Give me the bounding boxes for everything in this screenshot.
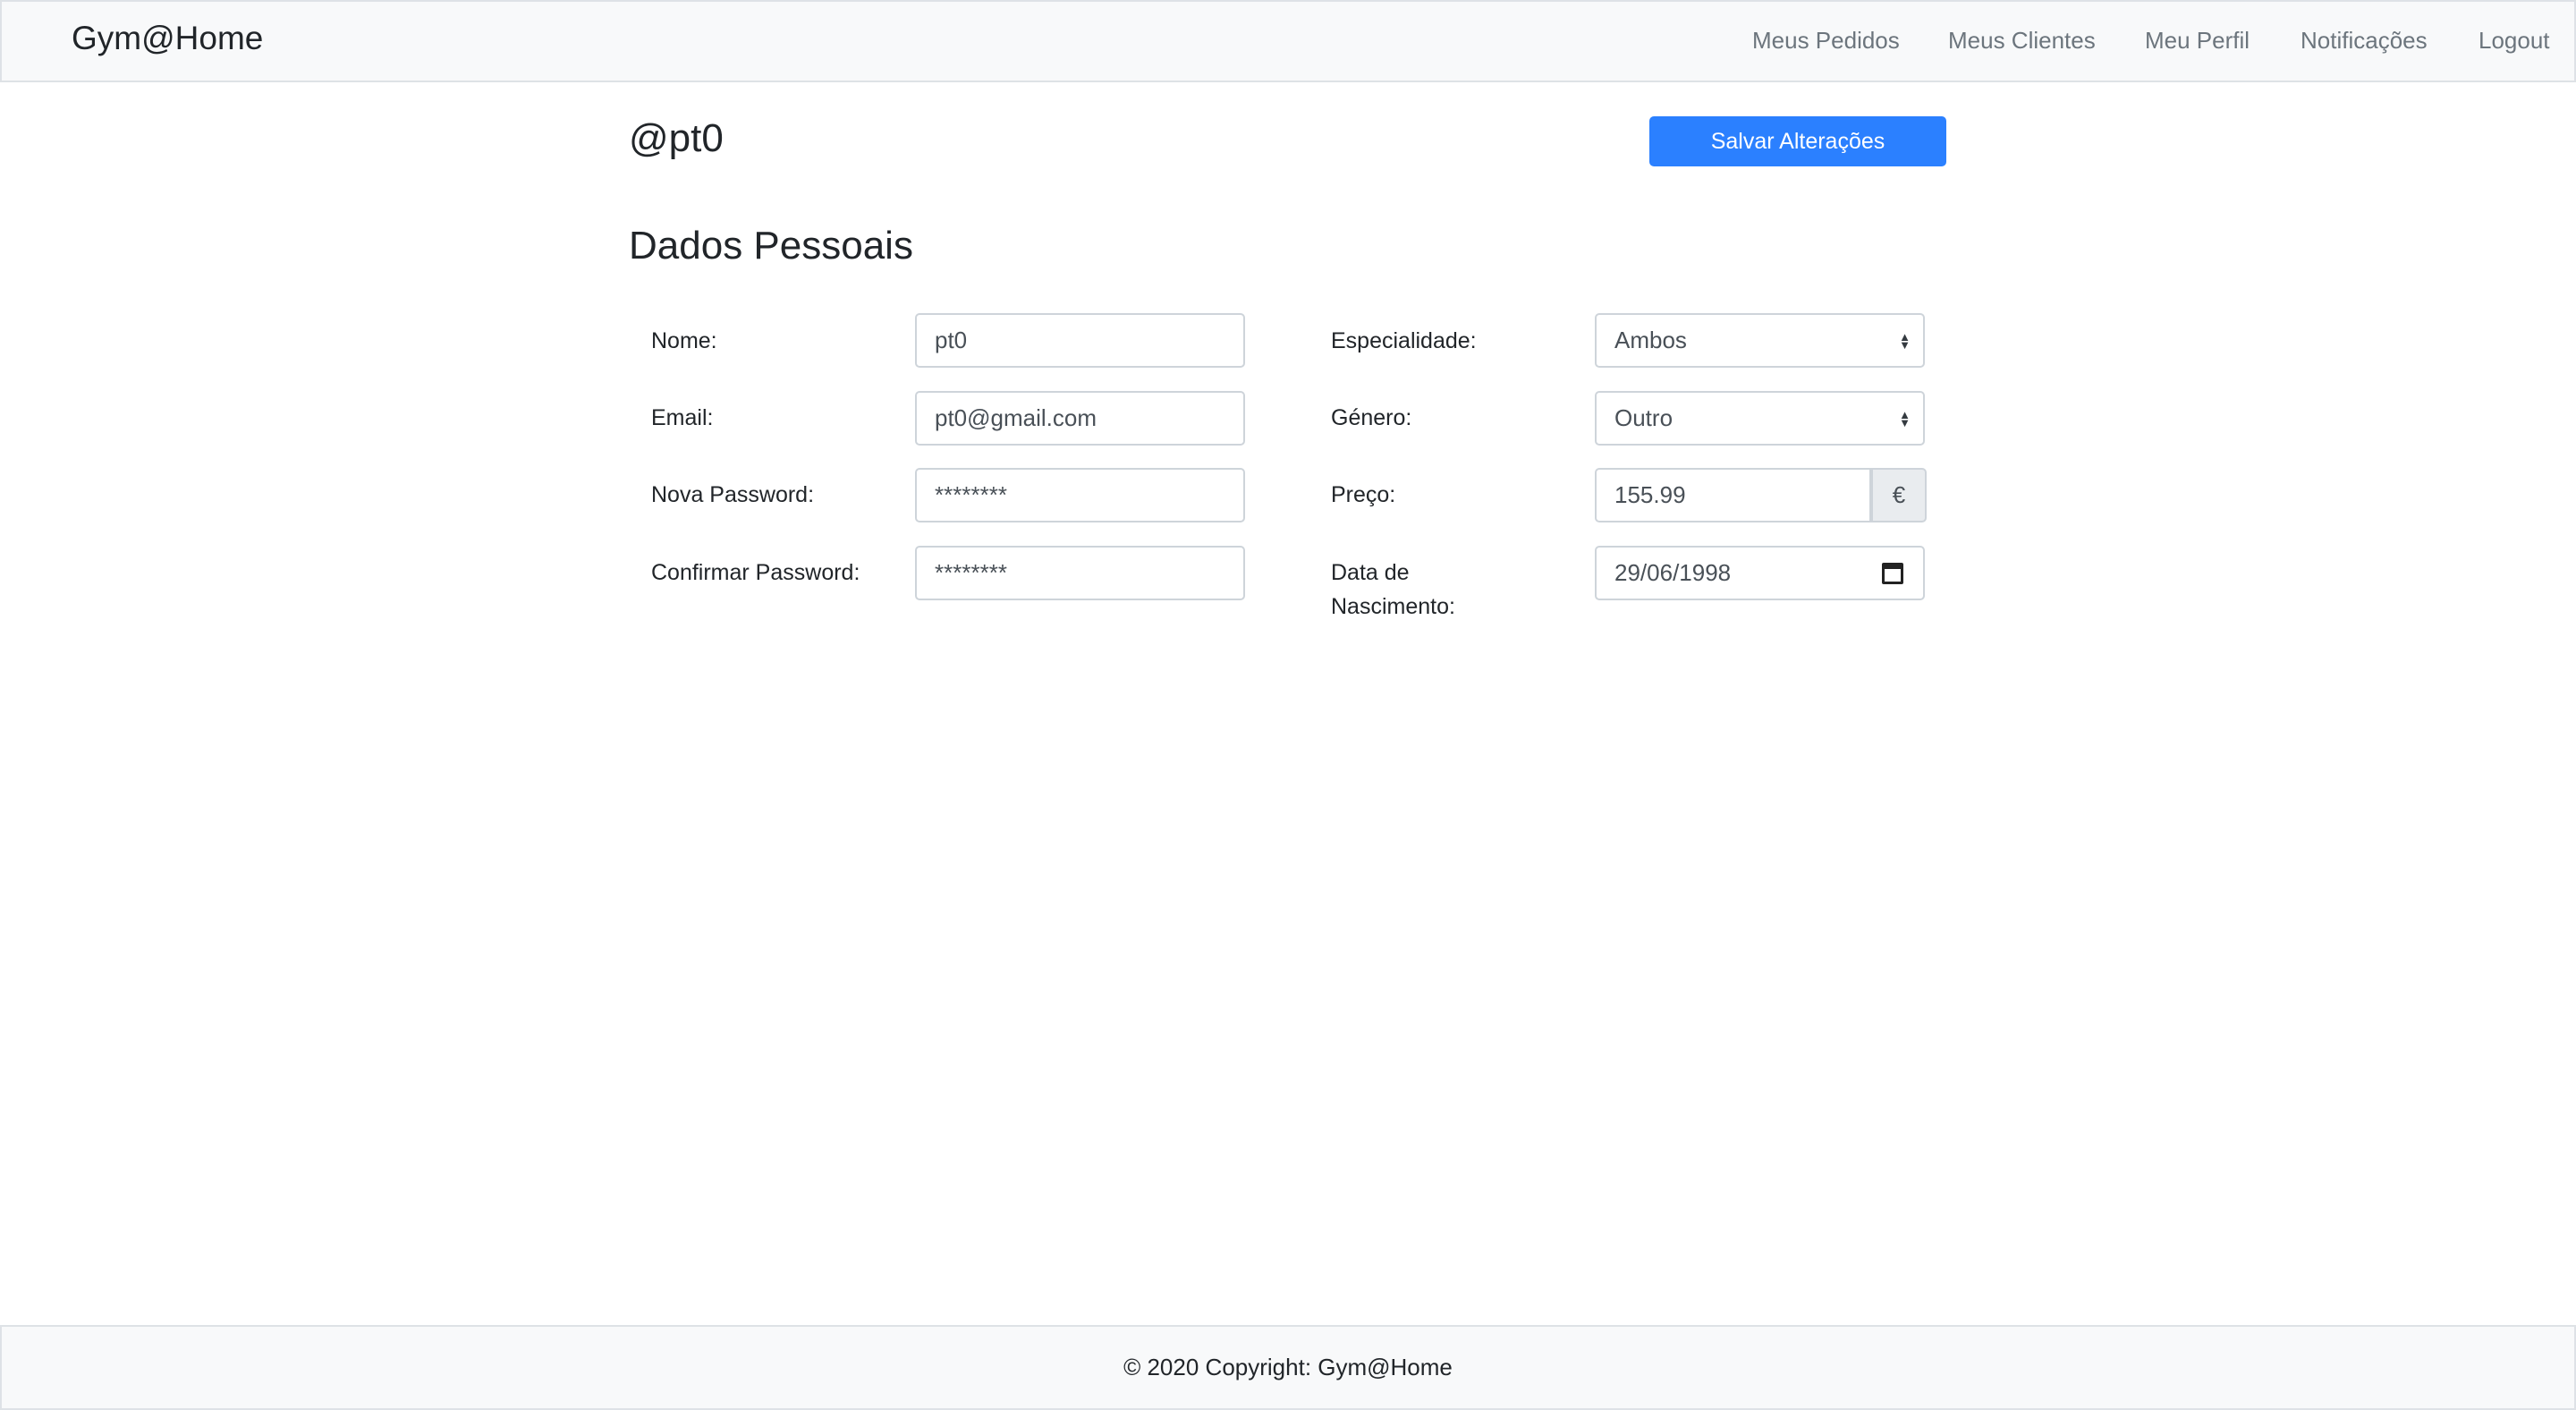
data-nascimento-input[interactable]: 29/06/1998 [1595,546,1925,600]
preco-input[interactable]: 155.99 [1595,468,1871,522]
especialidade-label: Especialidade: [1331,328,1477,353]
data-nascimento-label-line1: Data de [1331,560,1410,585]
data-nascimento-label: Data de Nascimento: [1331,556,1455,624]
data-nascimento-value: 29/06/1998 [1614,559,1732,586]
confirmar-password-label: Confirmar Password: [651,560,860,585]
especialidade-select[interactable]: Ambos ▲ ▼ [1595,313,1925,368]
especialidade-select-value: Ambos [1614,327,1687,353]
confirmar-password-input[interactable]: ******** [915,546,1245,600]
preco-label: Preço: [1331,482,1396,507]
email-label: Email: [651,405,714,430]
save-changes-button[interactable]: Salvar Alterações [1649,116,1946,166]
genero-label: Género: [1331,405,1412,430]
footer-copyright: © 2020 Copyright: Gym@Home [1123,1354,1453,1380]
select-caret-icon: ▲ ▼ [1899,329,1911,352]
nav-link-logout[interactable]: Logout [2479,27,2550,55]
footer: © 2020 Copyright: Gym@Home [0,1325,2576,1410]
nome-label: Nome: [651,328,717,353]
nova-password-input[interactable]: ******** [915,468,1245,522]
section-title-personal-data: Dados Pessoais [629,224,913,268]
nome-input[interactable]: pt0 [915,313,1245,368]
genero-select[interactable]: Outro ▲ ▼ [1595,391,1925,446]
euro-addon: € [1871,468,1927,522]
top-navbar: Gym@Home Meus Pedidos Meus Clientes Meu … [0,0,2576,82]
genero-select-value: Outro [1614,404,1674,431]
nav-link-meus-clientes[interactable]: Meus Clientes [1948,27,2096,55]
brand-logo-link[interactable]: Gym@Home [72,20,263,57]
nav-link-notificacoes[interactable]: Notificações [2301,27,2428,55]
profile-username: @pt0 [629,116,724,160]
nav-link-meu-perfil[interactable]: Meu Perfil [2145,27,2250,55]
calendar-icon[interactable] [1882,563,1903,584]
email-input[interactable]: pt0@gmail.com [915,391,1245,446]
select-caret-icon: ▲ ▼ [1899,407,1911,429]
nav-link-meus-pedidos[interactable]: Meus Pedidos [1752,27,1900,55]
data-nascimento-label-line2: Nascimento: [1331,594,1455,619]
nova-password-label: Nova Password: [651,482,815,507]
